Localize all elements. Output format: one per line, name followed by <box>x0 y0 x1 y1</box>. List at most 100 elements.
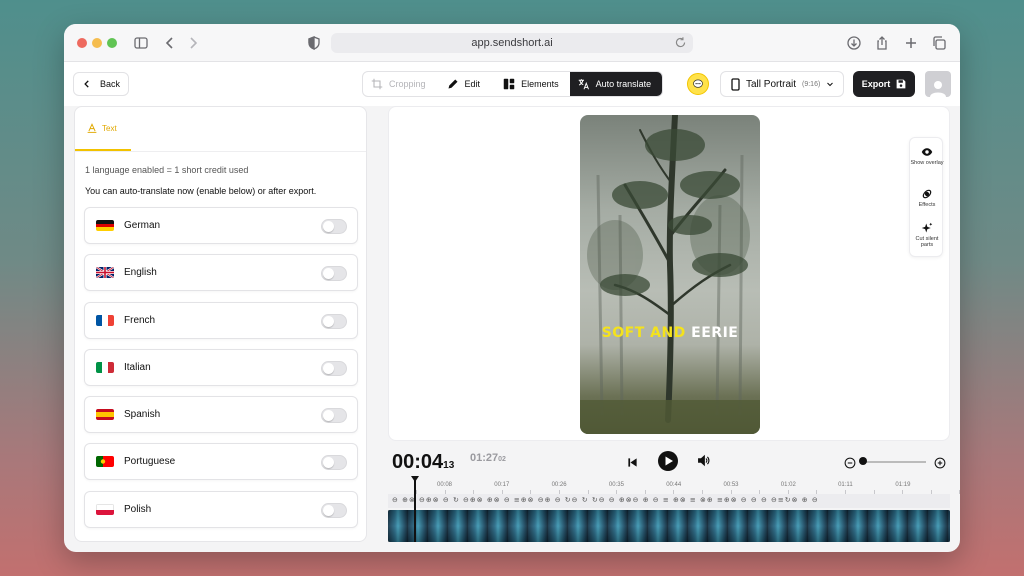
language-item-spanish[interactable]: Spanish <box>84 396 358 434</box>
ruler-time-label: 00:08 <box>437 482 453 488</box>
flag-france-icon <box>96 314 114 326</box>
language-toggle[interactable] <box>321 360 347 376</box>
ruler-time-label: 01:11 <box>838 482 853 488</box>
back-button-label: Back <box>100 79 121 89</box>
translate-panel: Text 1 language enabled = 1 short credit… <box>74 106 367 542</box>
save-disk-icon <box>896 79 906 89</box>
video-filmstrip-track[interactable] <box>388 510 950 542</box>
video-preview-area: SOFT AND EERIE Show overlay Effects Cut … <box>388 106 950 441</box>
sparkle-icon <box>921 222 933 233</box>
chat-support-button[interactable] <box>687 73 709 95</box>
translate-icon <box>578 79 589 90</box>
volume-button[interactable] <box>697 454 710 472</box>
language-name: Italian <box>124 361 151 373</box>
zoom-in-icon <box>934 457 946 469</box>
timeline-ruler[interactable]: 00:08 00:17 00:26 00:35 00:44 00:53 01:02 01:11… <box>388 476 960 494</box>
skip-back-button[interactable] <box>627 455 638 473</box>
effects-icon <box>922 189 932 199</box>
ruler-time-label: 00:53 <box>723 482 739 488</box>
back-arrow-icon[interactable] <box>162 35 178 51</box>
translate-instruction: You can auto-translate now (enable below… <box>85 186 317 196</box>
language-toggle[interactable] <box>321 313 347 329</box>
tab-elements[interactable]: Elements <box>495 72 570 96</box>
close-window-button[interactable] <box>77 38 87 48</box>
user-icon <box>930 81 946 97</box>
effects-button[interactable]: Effects <box>910 188 944 208</box>
language-toggle[interactable] <box>321 502 347 518</box>
language-toggle[interactable] <box>321 408 347 424</box>
ruler-time-label: 00:35 <box>608 482 624 488</box>
preview-side-tools: Show overlay Effects Cut silent parts <box>909 137 944 257</box>
tab-edit-label: Edit <box>464 79 481 89</box>
cut-silent-parts-button[interactable]: Cut silent parts <box>910 222 944 248</box>
aspect-ratio-label: Tall Portrait <box>746 78 797 90</box>
zoom-slider-track[interactable] <box>862 461 926 463</box>
tab-text[interactable]: Text <box>75 107 131 151</box>
credit-note: 1 language enabled = 1 short credit used <box>85 165 249 175</box>
browser-window: app.sendshort.ai Back Cropping Edit Elem… <box>64 24 960 552</box>
aspect-ratio-select[interactable]: Tall Portrait (9:16) <box>720 71 844 97</box>
crop-icon <box>371 78 383 90</box>
current-time: 00:0413 <box>392 451 454 474</box>
zoom-out-button[interactable] <box>844 456 856 474</box>
tab-edit[interactable]: Edit <box>439 72 496 96</box>
zoom-slider-handle[interactable] <box>859 457 867 465</box>
show-overlay-button[interactable]: Show overlay <box>910 146 944 166</box>
zoom-out-icon <box>844 457 856 469</box>
ruler-time-label: 01:02 <box>780 482 796 488</box>
language-item-french[interactable]: French <box>84 301 358 339</box>
maximize-window-button[interactable] <box>107 38 117 48</box>
phone-portrait-icon <box>731 77 740 91</box>
language-item-italian[interactable]: Italian <box>84 348 358 386</box>
language-item-portuguese[interactable]: Portuguese <box>84 443 358 481</box>
reload-icon[interactable] <box>674 36 687 49</box>
zoom-in-button[interactable] <box>934 456 946 474</box>
tab-cropping[interactable]: Cropping <box>363 72 439 96</box>
forward-arrow-icon[interactable] <box>185 35 201 51</box>
volume-icon <box>698 454 710 467</box>
caption-word-highlight: SOFT AND <box>601 325 686 341</box>
editor-mode-tabs: Cropping Edit Elements Auto translate <box>362 71 663 97</box>
arrow-left-icon <box>84 80 89 88</box>
language-toggle[interactable] <box>321 219 347 234</box>
language-name: Spanish <box>124 409 161 421</box>
language-toggle[interactable] <box>321 455 347 471</box>
back-button[interactable]: Back <box>73 72 129 96</box>
current-time-frames: 13 <box>443 460 455 471</box>
language-name: German <box>124 220 161 231</box>
caption-track[interactable]: ⊖ ⊕⊗ ⊖⊕⊗ ⊖ ↻ ⊖⊕⊗ ⊕⊗ ⊖ ≡⊕⊗ ⊖⊕ ⊖ ↻⊖ ↻ ↻⊖ ⊖… <box>388 494 950 508</box>
language-item-polish[interactable]: Polish <box>84 490 358 528</box>
ruler-time-label: 01:19 <box>895 482 911 488</box>
video-canvas[interactable]: SOFT AND EERIE <box>580 115 760 434</box>
caption-track-markers: ⊖ ⊕⊗ ⊖⊕⊗ ⊖ ↻ ⊖⊕⊗ ⊕⊗ ⊖ ≡⊕⊗ ⊖⊕ ⊖ ↻⊖ ↻ ↻⊖ ⊖… <box>392 496 819 504</box>
share-icon[interactable] <box>874 35 890 51</box>
language-name: English <box>124 267 157 279</box>
download-icon[interactable] <box>846 35 862 51</box>
play-button[interactable] <box>658 451 678 476</box>
layout-icon <box>503 78 515 90</box>
tab-cropping-label: Cropping <box>389 79 426 89</box>
tab-auto-translate[interactable]: Auto translate <box>569 72 662 96</box>
current-time-value: 00:04 <box>392 451 444 473</box>
language-toggle[interactable] <box>321 266 347 282</box>
video-caption[interactable]: SOFT AND EERIE <box>580 325 760 341</box>
sidebar-icon[interactable] <box>133 35 149 51</box>
address-bar[interactable]: app.sendshort.ai <box>331 33 693 53</box>
skip-back-icon <box>628 458 637 467</box>
flag-poland-icon <box>96 503 114 515</box>
tab-overview-icon[interactable] <box>931 35 947 51</box>
export-button[interactable]: Export <box>853 71 915 97</box>
language-list: German English French Italian Spanish Po… <box>84 207 359 538</box>
minimize-window-button[interactable] <box>92 38 102 48</box>
browser-toolbar: app.sendshort.ai <box>64 24 960 62</box>
flag-portugal-icon <box>96 456 114 468</box>
language-item-german[interactable]: German <box>84 207 358 244</box>
language-item-english[interactable]: English <box>84 254 358 292</box>
user-avatar[interactable] <box>925 71 951 97</box>
language-name: Polish <box>124 503 152 515</box>
export-button-label: Export <box>861 79 891 89</box>
language-name: French <box>124 314 156 326</box>
privacy-shield-icon[interactable] <box>306 35 322 51</box>
new-tab-icon[interactable] <box>903 35 919 51</box>
timeline-playhead[interactable] <box>411 476 419 542</box>
